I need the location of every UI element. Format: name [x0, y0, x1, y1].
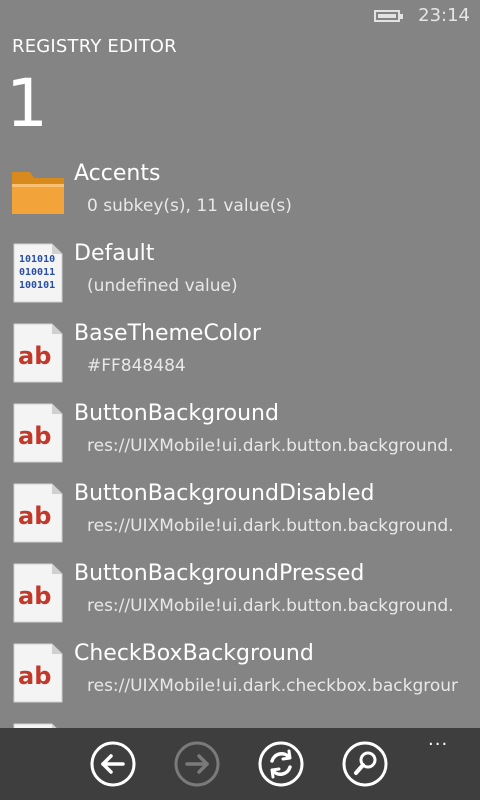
list-item-default[interactable]: 101010 010011 100101 Default (undefined … — [0, 240, 480, 320]
svg-text:010011: 010011 — [19, 267, 55, 278]
item-detail: (undefined value) — [87, 276, 238, 296]
string-value-icon: ab — [13, 323, 63, 383]
list-item-basethemecolor[interactable]: ab BaseThemeColor #FF848484 — [0, 320, 480, 400]
svg-text:ab: ab — [18, 422, 51, 450]
item-name: CheckBoxBackground — [74, 641, 314, 666]
list-item-accents[interactable]: Accents 0 subkey(s), 11 value(s) — [0, 160, 480, 240]
string-value-icon: ab — [13, 483, 63, 543]
app-title: REGISTRY EDITOR — [12, 36, 177, 57]
search-icon[interactable] — [342, 741, 388, 787]
svg-text:ab: ab — [18, 582, 51, 610]
more-options-icon[interactable]: ... — [428, 731, 458, 749]
svg-text:100101: 100101 — [19, 280, 55, 291]
svg-text:ab: ab — [18, 342, 51, 370]
item-name: ButtonBackgroundDisabled — [74, 481, 375, 506]
forward-icon[interactable] — [174, 741, 220, 787]
status-bar: 23:14 — [0, 0, 480, 32]
list-item-buttonbackgrounddisabled[interactable]: ab ButtonBackgroundDisabled res://UIXMob… — [0, 480, 480, 560]
list-item-buttonbackgroundpressed[interactable]: ab ButtonBackgroundPressed res://UIXMobi… — [0, 560, 480, 640]
svg-text:101010: 101010 — [19, 254, 55, 265]
item-detail: res://UIXMobile!ui.dark.button.backgroun… — [87, 596, 454, 616]
list-item-checkboxbackground[interactable]: ab CheckBoxBackground res://UIXMobile!ui… — [0, 640, 480, 720]
clock: 23:14 — [418, 5, 470, 26]
item-name: Accents — [74, 161, 161, 186]
item-detail: #FF848484 — [87, 356, 186, 376]
item-detail: res://UIXMobile!ui.dark.button.backgroun… — [87, 436, 454, 456]
refresh-icon[interactable] — [258, 741, 304, 787]
binary-file-icon: 101010 010011 100101 — [13, 243, 63, 303]
string-value-icon: ab — [13, 563, 63, 623]
item-detail: 0 subkey(s), 11 value(s) — [87, 196, 292, 216]
svg-text:ab: ab — [18, 662, 51, 690]
item-name: ButtonBackground — [74, 401, 279, 426]
string-value-icon: ab — [13, 403, 63, 463]
item-name: Default — [74, 241, 155, 266]
item-detail: res://UIXMobile!ui.dark.checkbox.backgro… — [87, 676, 459, 696]
list-item-partial[interactable] — [0, 720, 480, 728]
registry-list[interactable]: Accents 0 subkey(s), 11 value(s) 101010 … — [0, 160, 480, 728]
item-name: ButtonBackgroundPressed — [74, 561, 365, 586]
item-name: BaseThemeColor — [74, 321, 261, 346]
page-title: 1 — [6, 65, 48, 142]
back-icon[interactable] — [90, 741, 136, 787]
application-bar: ... — [0, 728, 480, 800]
battery-icon — [374, 10, 403, 22]
svg-text:ab: ab — [18, 502, 51, 530]
list-item-buttonbackground[interactable]: ab ButtonBackground res://UIXMobile!ui.d… — [0, 400, 480, 480]
string-value-icon: ab — [13, 643, 63, 703]
item-detail: res://UIXMobile!ui.dark.button.backgroun… — [87, 516, 454, 536]
folder-icon — [12, 172, 64, 214]
